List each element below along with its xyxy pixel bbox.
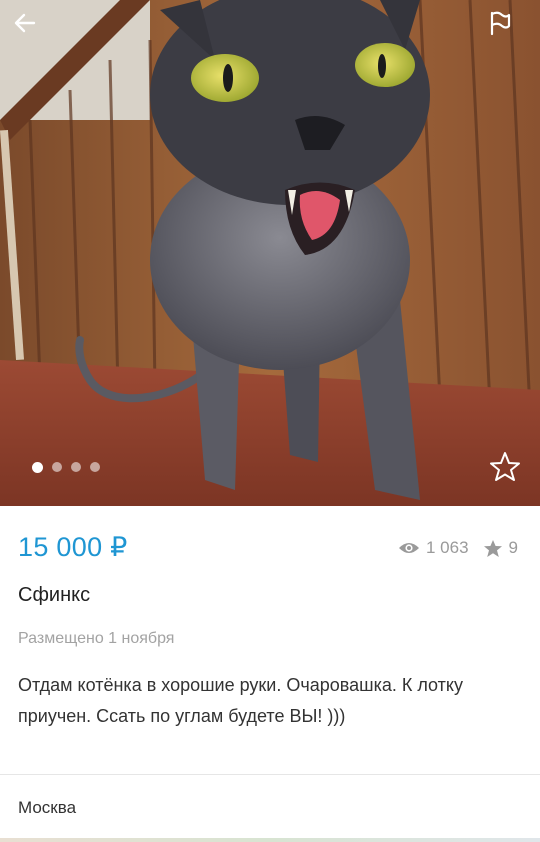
gallery-dot-3[interactable] bbox=[71, 462, 81, 472]
star-filled-icon bbox=[483, 539, 502, 557]
divider bbox=[0, 774, 540, 775]
gallery-dot-4[interactable] bbox=[90, 462, 100, 472]
favorites-count: 9 bbox=[508, 538, 518, 557]
views-stat: 1 063 bbox=[398, 538, 469, 558]
map-preview-strip bbox=[0, 838, 540, 842]
gallery-pagination bbox=[32, 462, 100, 473]
listing-title: Сфинкс bbox=[18, 584, 91, 606]
gallery-dot-1[interactable] bbox=[32, 462, 43, 473]
back-arrow-icon bbox=[14, 13, 36, 33]
listing-city[interactable]: Москва bbox=[18, 798, 76, 818]
price-row: 15 000 ₽ 1 063 9 bbox=[18, 532, 518, 566]
listing-info: 15 000 ₽ 1 063 9 Сфинкс Размещено 1 нояб… bbox=[0, 506, 540, 842]
favorites-stat: 9 bbox=[483, 538, 518, 558]
gallery-dot-2[interactable] bbox=[52, 462, 62, 472]
flag-icon bbox=[490, 11, 511, 36]
back-button[interactable] bbox=[12, 10, 52, 50]
listing-stats: 1 063 9 bbox=[398, 538, 518, 558]
report-button[interactable] bbox=[488, 10, 528, 50]
star-outline-icon bbox=[490, 452, 520, 481]
add-to-favorites-button[interactable] bbox=[488, 450, 522, 484]
eye-icon bbox=[398, 543, 419, 553]
cat-photo-illustration bbox=[0, 0, 540, 506]
listing-photo[interactable] bbox=[0, 0, 540, 506]
listing-description: Отдам котёнка в хорошие руки. Очаровашка… bbox=[18, 675, 463, 726]
views-count: 1 063 bbox=[425, 538, 469, 557]
price: 15 000 ₽ bbox=[18, 532, 128, 562]
posted-date: Размещено 1 ноября bbox=[18, 630, 175, 647]
